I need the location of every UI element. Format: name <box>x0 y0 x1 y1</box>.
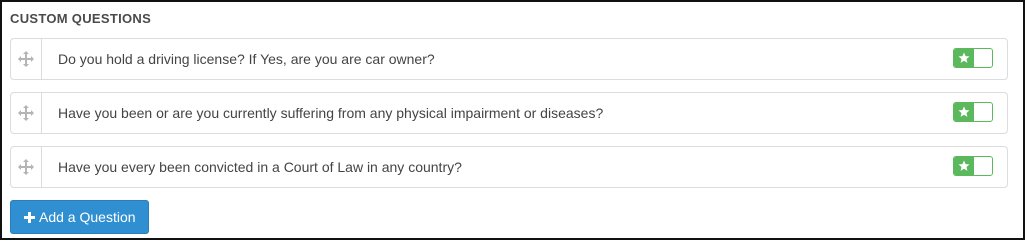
plus-icon <box>24 212 35 223</box>
question-text: Do you hold a driving license? If Yes, a… <box>58 51 435 67</box>
question-text: Have you been or are you currently suffe… <box>58 105 604 121</box>
add-question-label: Add a Question <box>39 209 136 225</box>
question-enabled-toggle[interactable] <box>953 156 993 176</box>
star-icon <box>958 160 970 171</box>
move-arrows-icon <box>18 159 34 175</box>
question-text: Have you every been convicted in a Court… <box>58 159 462 175</box>
section-title: CUSTOM QUESTIONS <box>10 11 152 26</box>
question-row: Do you hold a driving license? If Yes, a… <box>10 38 1008 80</box>
toggle-knob <box>954 49 974 67</box>
question-enabled-toggle[interactable] <box>953 102 993 122</box>
move-arrows-icon <box>18 51 34 67</box>
question-row: Have you been or are you currently suffe… <box>10 92 1008 134</box>
custom-questions-panel: CUSTOM QUESTIONS Do you hold a driving l… <box>0 0 1025 240</box>
star-icon <box>958 106 970 117</box>
add-question-button[interactable]: Add a Question <box>10 200 149 234</box>
move-arrows-icon <box>18 105 34 121</box>
drag-handle[interactable] <box>11 147 42 187</box>
toggle-knob <box>954 157 974 175</box>
drag-handle[interactable] <box>11 93 42 133</box>
toggle-knob <box>954 103 974 121</box>
question-enabled-toggle[interactable] <box>953 48 993 68</box>
question-row: Have you every been convicted in a Court… <box>10 146 1008 188</box>
drag-handle[interactable] <box>11 39 42 79</box>
star-icon <box>958 52 970 63</box>
